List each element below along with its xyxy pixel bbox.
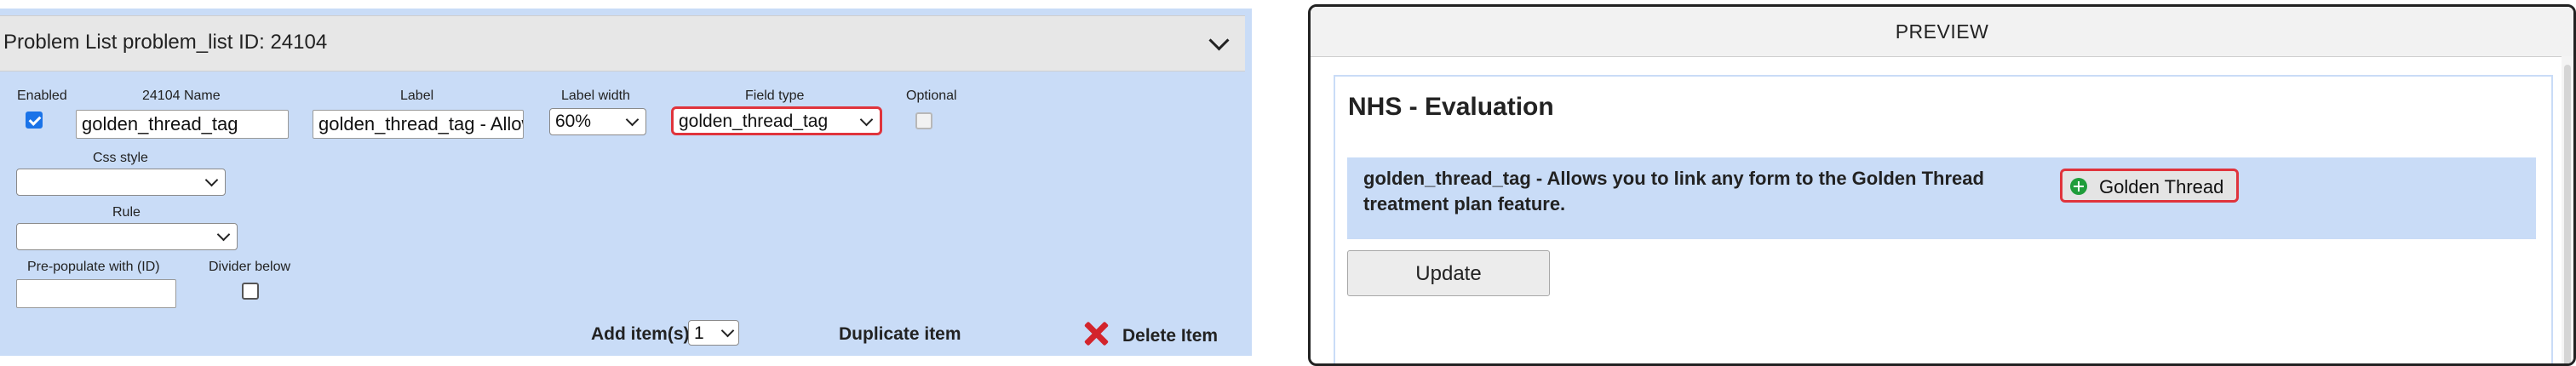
preview-header: PREVIEW (1311, 7, 2573, 57)
field-type-value: golden_thread_tag (679, 112, 829, 131)
chevron-down-icon (720, 323, 735, 338)
optional-checkbox[interactable] (915, 112, 932, 129)
accordion-title: Problem List problem_list ID: 24104 (3, 31, 328, 54)
optional-label: Optional (906, 89, 957, 103)
label-width-value: 60% (555, 112, 592, 131)
preview-scrollbar[interactable] (2562, 56, 2573, 363)
prepopulate-input[interactable] (16, 279, 176, 308)
divider-below-checkbox[interactable] (242, 283, 259, 300)
label-input[interactable]: golden_thread_tag - Allow (313, 110, 524, 139)
prepopulate-label: Pre-populate with (ID) (27, 260, 160, 274)
field-type-label: Field type (745, 89, 805, 103)
chevron-down-icon (204, 173, 219, 187)
label-width-select[interactable]: 60% (549, 108, 646, 135)
delete-item-button[interactable]: Delete Item (1122, 326, 1218, 346)
delete-x-icon[interactable] (1083, 321, 1109, 346)
update-button[interactable]: Update (1347, 250, 1550, 296)
scrollbar-thumb[interactable] (2564, 65, 2571, 363)
form-title: NHS - Evaluation (1348, 93, 1554, 121)
preview-title: PREVIEW (1895, 20, 1989, 43)
field-editor-panel: Problem List problem_list ID: 24104 Enab… (0, 0, 1252, 356)
divider-below-label: Divider below (209, 260, 291, 274)
preview-panel: PREVIEW NHS - Evaluation golden_thread_t… (1308, 4, 2576, 366)
top-strip (0, 0, 1252, 9)
css-style-select[interactable] (16, 169, 226, 196)
golden-thread-button[interactable]: Golden Thread (2060, 169, 2239, 203)
enabled-label: Enabled (17, 89, 67, 103)
update-button-label: Update (1415, 262, 1482, 285)
label-label: Label (400, 89, 434, 103)
add-items-value: 1 (694, 323, 704, 343)
add-items-label: Add item(s) (591, 324, 690, 344)
css-style-label: Css style (93, 151, 148, 165)
chevron-down-icon (216, 227, 231, 242)
field-description: golden_thread_tag - Allows you to link a… (1363, 168, 1984, 214)
enabled-checkbox[interactable] (26, 112, 43, 129)
rule-label: Rule (112, 205, 141, 220)
add-items-select[interactable]: 1 (688, 320, 739, 346)
label-width-label: Label width (561, 89, 630, 103)
name-input[interactable]: golden_thread_tag (76, 110, 289, 139)
golden-thread-label: Golden Thread (2099, 176, 2224, 197)
chevron-down-icon (625, 112, 640, 127)
chevron-down-icon (859, 112, 874, 127)
accordion-header[interactable]: Problem List problem_list ID: 24104 (0, 15, 1245, 71)
chevron-down-icon[interactable] (1208, 30, 1230, 51)
duplicate-item-button[interactable]: Duplicate item (839, 324, 961, 345)
name-label: 24104 Name (142, 89, 221, 103)
rule-select[interactable] (16, 223, 238, 250)
plus-circle-icon (2070, 178, 2087, 195)
preview-form: NHS - Evaluation golden_thread_tag - All… (1334, 75, 2553, 363)
field-type-select[interactable]: golden_thread_tag (671, 106, 882, 135)
field-row: golden_thread_tag - Allows you to link a… (1347, 157, 2536, 239)
